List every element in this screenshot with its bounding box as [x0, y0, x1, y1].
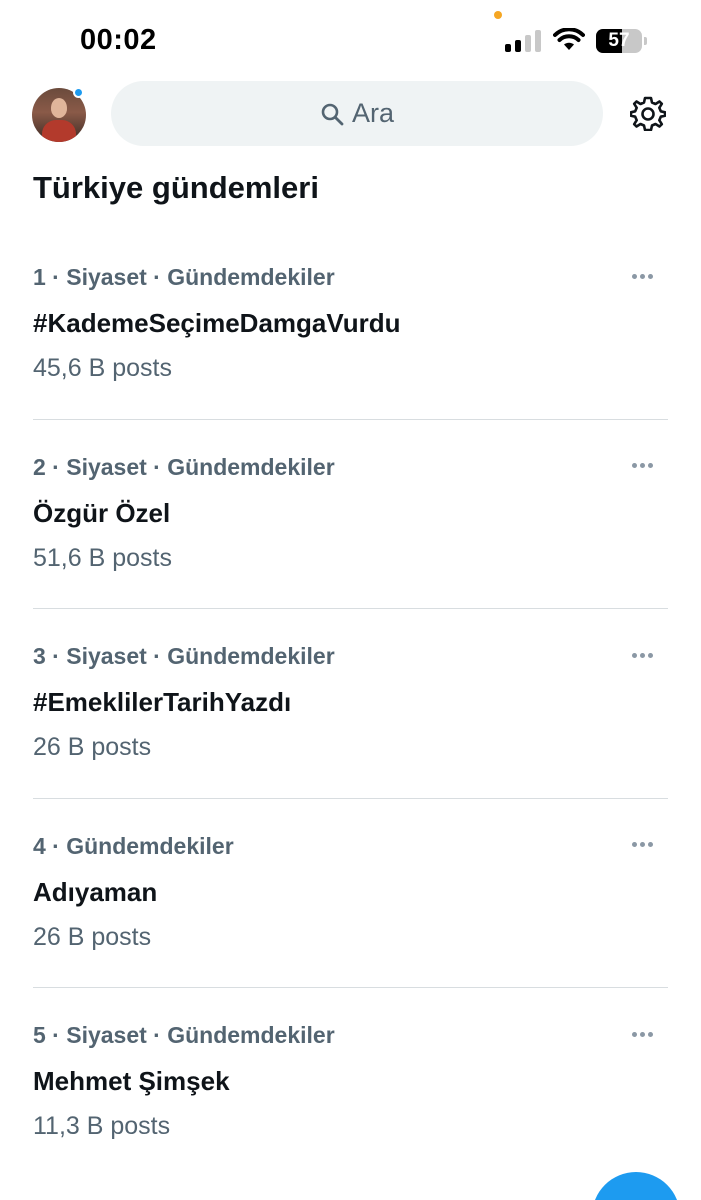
trend-name: Adıyaman: [33, 876, 158, 907]
trend-meta: 5 · Siyaset · Gündemdekiler: [33, 1022, 335, 1048]
more-icon[interactable]: [628, 831, 656, 859]
trend-item[interactable]: 1 · Siyaset · Gündemdekiler #KademeSeçim…: [0, 230, 701, 420]
trend-meta: 4 · Gündemdekiler: [33, 832, 234, 859]
trend-post-count: 11,3 B posts: [33, 1112, 171, 1140]
battery-level: 57: [608, 30, 630, 51]
page-title: Türkiye gündemleri: [33, 170, 319, 205]
more-icon[interactable]: [628, 452, 656, 480]
trend-post-count: 26 B posts: [33, 922, 152, 951]
trend-meta: 3 · Siyaset · Gündemdekiler: [33, 643, 335, 669]
notification-dot: [73, 87, 84, 98]
gear-icon[interactable]: [630, 95, 666, 131]
trend-item[interactable]: 3 · Siyaset · Gündemdekiler #EmeklilerTa…: [0, 609, 701, 799]
signal-icon: [505, 30, 541, 52]
more-icon[interactable]: [628, 262, 656, 290]
trend-meta: 1 · Siyaset · Gündemdekiler: [33, 264, 335, 290]
trend-name: #EmeklilerTarihYazdı: [33, 687, 292, 717]
battery-icon: 57: [596, 29, 648, 53]
trends-list: 1 · Siyaset · Gündemdekiler #KademeSeçim…: [0, 230, 701, 1178]
search-placeholder: Ara: [351, 98, 395, 128]
trend-meta: 2 · Siyaset · Gündemdekiler: [33, 453, 335, 480]
more-icon[interactable]: [628, 641, 656, 669]
status-time: 00:02: [80, 24, 157, 56]
trend-name: Mehmet Şimşek: [33, 1066, 230, 1096]
trend-name: Özgür Özel: [33, 497, 171, 528]
status-bar: 00:02 57: [0, 0, 701, 80]
search-icon: [321, 103, 344, 125]
trend-item[interactable]: 5 · Siyaset · Gündemdekiler Mehmet Şimşe…: [0, 988, 701, 1178]
privacy-indicator-dot: [494, 11, 502, 19]
trend-item[interactable]: 4 · Gündemdekiler Adıyaman 26 B posts: [0, 799, 701, 988]
search-input[interactable]: Ara: [111, 81, 603, 146]
trend-name: #KademeSeçimeDamgaVurdu: [33, 308, 401, 338]
trend-post-count: 45,6 B posts: [33, 354, 172, 382]
trend-post-count: 26 B posts: [33, 733, 152, 761]
wifi-icon: [553, 28, 585, 50]
more-icon[interactable]: [628, 1020, 656, 1048]
trend-post-count: 51,6 B posts: [33, 543, 172, 572]
trend-item[interactable]: 2 · Siyaset · Gündemdekiler Özgür Özel 5…: [0, 420, 701, 609]
